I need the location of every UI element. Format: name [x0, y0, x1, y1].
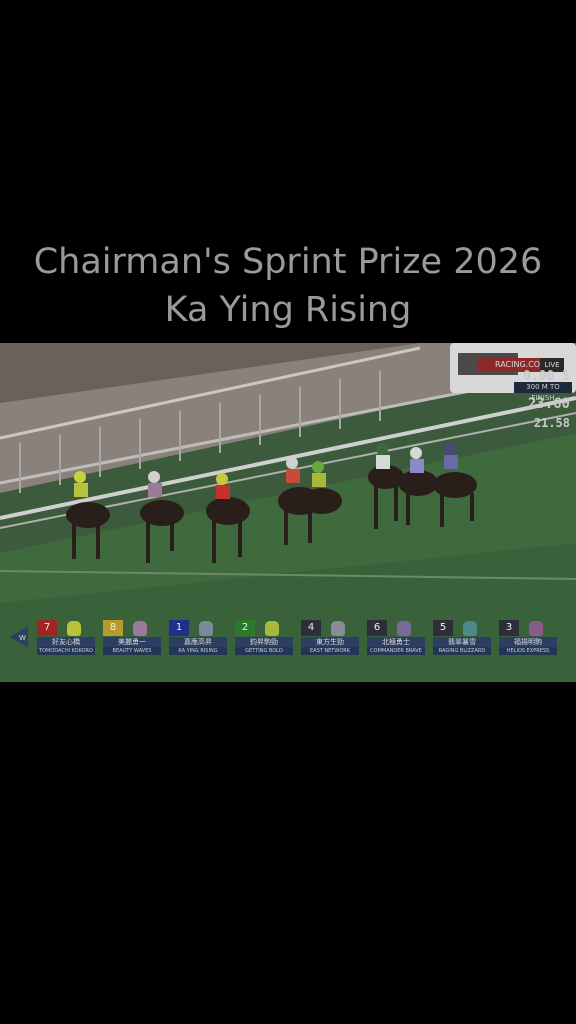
runner-number: 4 — [301, 620, 321, 636]
jockey-silk-icon — [463, 621, 477, 636]
jockey-silk-icon — [265, 621, 279, 636]
runner-number: 8 — [103, 620, 123, 636]
runner-name-chinese: 好友心橋 — [37, 637, 95, 647]
runner-name-english: GETTING BOLD — [235, 647, 293, 655]
runner-card: 6 北極勇士 COMMANDER BRAVE — [367, 620, 425, 658]
runner-name-english: TOMODACHI KOKORO — [37, 647, 95, 655]
runner-name-chinese: 鈞昇駒勁 — [235, 637, 293, 647]
runner-name-english: BEAUTY WAVES — [103, 647, 161, 655]
sectional-time-2: 21.58 — [533, 416, 570, 430]
runner-card: 3 福揚明駒 HELIOS EXPRESS — [499, 620, 557, 658]
to-finish-label: 300 M TO FINISH — [514, 382, 572, 402]
runner-name-english: RAGING BLIZZARD — [433, 647, 491, 655]
runner-name-chinese: 美麗勇一 — [103, 637, 161, 647]
runner-number: 5 — [433, 620, 453, 636]
runner-number: 6 — [367, 620, 387, 636]
runner-name-chinese: 東方生勁 — [301, 637, 359, 647]
svg-text:W: W — [19, 634, 26, 642]
jockey-silk-icon — [529, 621, 543, 636]
direction-arrow-icon: W — [10, 626, 28, 648]
runner-number: 1 — [169, 620, 189, 636]
runner-name-english: HELIOS EXPRESS — [499, 647, 557, 655]
runner-card: 7 好友心橋 TOMODACHI KOKORO — [37, 620, 95, 658]
jockey-silk-icon — [397, 621, 411, 636]
runner-number: 3 — [499, 620, 519, 636]
runner-card: 5 翡翠暴雪 RAGING BLIZZARD — [433, 620, 491, 658]
runner-name-english: KA YING RISING — [169, 647, 227, 655]
video-title-line2: Ka Ying Rising — [164, 290, 412, 330]
sectional-time-1: 23.60 — [527, 396, 570, 412]
runner-card: 2 鈞昇駒勁 GETTING BOLD — [235, 620, 293, 658]
runner-card: 1 嘉應高昇 KA YING RISING — [169, 620, 227, 658]
jockey-silk-icon — [199, 621, 213, 636]
runner-number: 7 — [37, 620, 57, 636]
runner-name-chinese: 福揚明駒 — [499, 637, 557, 647]
jockey-silk-icon — [133, 621, 147, 636]
runner-card: 4 東方生勁 EAST NETWORK — [301, 620, 359, 658]
runner-card: 8 美麗勇一 BEAUTY WAVES — [103, 620, 161, 658]
runner-name-english: EAST NETWORK — [301, 647, 359, 655]
runner-name-chinese: 北極勇士 — [367, 637, 425, 647]
runner-name-chinese: 嘉應高昇 — [169, 637, 227, 647]
runner-name-english: COMMANDER BRAVE — [367, 647, 425, 655]
jockey-silk-icon — [67, 621, 81, 636]
runner-number: 2 — [235, 620, 255, 636]
video-title-line1: Chairman's Sprint Prize 2026 — [33, 242, 543, 282]
runner-name-chinese: 翡翠暴雪 — [433, 637, 491, 647]
jockey-silk-icon — [331, 621, 345, 636]
